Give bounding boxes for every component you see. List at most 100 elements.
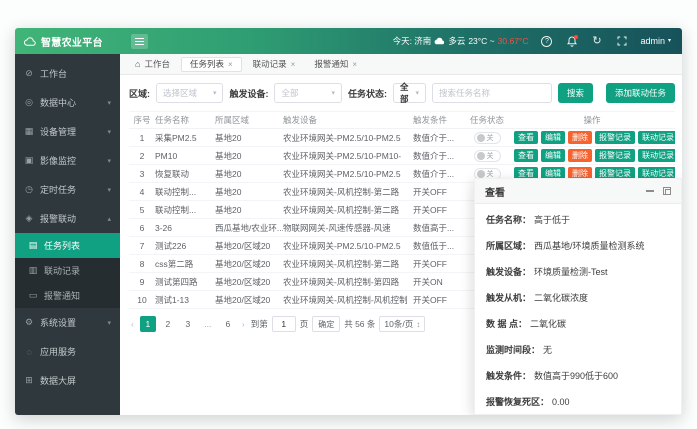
jump-confirm-button[interactable]: 确定 [312,316,340,332]
sidebar-item-workbench[interactable]: ⊘ 工作台 [15,59,120,88]
edit-button[interactable]: 编辑 [541,149,565,162]
refresh-button[interactable]: ↻ [590,35,603,48]
prev-page-button[interactable]: ‹ [129,319,136,329]
cloud-weather-icon [434,37,445,45]
linkage-records-button[interactable]: 联动记录 [638,149,675,162]
tab-bar: ⌂ 工作台 任务列表 × 联动记录 × 报警通知 × [120,54,682,75]
tab-workbench[interactable]: ⌂ 工作台 [127,57,178,72]
dialog-field: 触发条件： 数值高于990低于600 [486,370,670,383]
sidebar-collapse-button[interactable] [131,34,148,49]
screen-icon: ⊞ [24,375,34,386]
field-label: 监测时间段： [486,344,540,357]
page-list: 123...6 [140,316,236,332]
sidebar-item-scheduled-tasks[interactable]: ◷ 定时任务 ▾ [15,175,120,204]
region-select[interactable]: 选择区域 ▾ [156,83,223,103]
cell-task-name: 3-26 [155,223,215,233]
page-ellipsis: ... [200,316,216,332]
cell-status: 关 [465,150,509,162]
sidebar-submenu: ▤ 任务列表 ▥ 联动记录 ▭ 报警通知 [15,233,120,308]
sidebar-subitem-task-list[interactable]: ▤ 任务列表 [15,233,120,258]
maximize-icon[interactable] [663,187,671,195]
cell-task-name: 恢复联动 [155,168,215,180]
view-dialog: 查看 任务名称： 高于低于 所属区域： 西瓜基地/环境质量检测系统 触发设备： … [474,178,682,415]
device-select[interactable]: 全部 ▾ [274,83,341,103]
close-icon[interactable]: × [291,60,296,69]
region-label: 区域: [129,87,150,100]
tab-label: 联动记录 [253,58,287,70]
tab-linkage-records[interactable]: 联动记录 × [245,57,304,72]
page-button-2[interactable]: 2 [160,316,176,332]
search-button[interactable]: 搜索 [558,83,593,103]
field-label: 数 据 点： [486,318,527,331]
page-size-select[interactable]: 10条/页 ↕ [379,316,425,332]
cell-condition: 开关OFF [413,204,465,216]
delete-button[interactable]: 删除 [568,149,592,162]
user-menu[interactable]: admin ▾ [640,36,671,46]
field-value: 高于低于 [534,214,570,227]
status-toggle[interactable]: 关 [474,150,501,162]
cell-region: 基地20 [215,132,283,144]
dialog-field: 报警恢复死区： 0.00 [486,396,670,409]
page-button-3[interactable]: 3 [180,316,196,332]
page-button-6[interactable]: 6 [220,316,236,332]
notifications-button[interactable] [565,35,578,48]
dialog-field: 任务名称： 高于低于 [486,214,670,227]
sidebar-item-alarm-linkage[interactable]: ◈ 报警联动 ▴ [15,204,120,233]
cell-device: 农业环境网关-PM2.5/10-PM2.5 [283,168,413,180]
sidebar-item-video-monitor[interactable]: ▣ 影像监控 ▾ [15,146,120,175]
sidebar-item-label: 定时任务 [40,183,76,196]
cell-index: 2 [129,151,155,161]
close-icon[interactable]: × [228,60,233,69]
region-placeholder: 选择区域 [163,87,197,99]
sidebar-subitem-linkage-records[interactable]: ▥ 联动记录 [15,258,120,283]
cell-device: 农业环境网关-PM2.5/10-PM2.5 [283,132,413,144]
field-label: 触发条件： [486,370,531,383]
alarm-records-button[interactable]: 报警记录 [595,131,635,144]
cell-condition: 数值介于... [413,132,465,144]
alarm-records-button[interactable]: 报警记录 [595,149,635,162]
toggle-knob-icon [477,170,485,178]
help-button[interactable]: ? [540,35,553,48]
page-jump-input[interactable] [272,316,296,332]
view-button[interactable]: 查看 [514,131,538,144]
status-toggle[interactable]: 关 [474,132,501,144]
table-header-row: 序号任务名称所属区域触发设备触发条件任务状态操作 [129,111,675,129]
field-label: 触发从机： [486,292,531,305]
page-button-1[interactable]: 1 [140,316,156,332]
close-icon[interactable]: × [352,60,357,69]
clock-icon: ◷ [24,184,34,195]
fullscreen-button[interactable] [615,35,628,48]
sidebar-item-app-service[interactable]: ◌ 应用服务 [15,337,120,366]
sidebar-item-data-center[interactable]: ◎ 数据中心 ▾ [15,88,120,117]
sidebar-item-device-management[interactable]: ▦ 设备管理 ▾ [15,117,120,146]
cell-index: 5 [129,205,155,215]
field-label: 报警恢复死区： [486,396,549,409]
cell-condition: 开关OFF [413,294,465,306]
cell-task-name: 联动控制... [155,204,215,216]
cell-region: 基地20 [215,150,283,162]
next-page-button[interactable]: › [240,319,247,329]
delete-button[interactable]: 删除 [568,131,592,144]
tab-task-list[interactable]: 任务列表 × [181,57,242,72]
view-button[interactable]: 查看 [514,149,538,162]
device-icon: ▦ [24,126,34,137]
cell-index: 7 [129,241,155,251]
add-linkage-task-button[interactable]: 添加联动任务 [606,83,675,103]
sidebar-subitem-alarm-notifications[interactable]: ▭ 报警通知 [15,283,120,308]
sidebar-item-label: 数据中心 [40,96,76,109]
sidebar-item-label: 系统设置 [40,316,76,329]
edit-button[interactable]: 编辑 [541,131,565,144]
chevron-icon: ▾ [107,157,111,165]
cell-device: 农业环境网关-PM2.5/10-PM2.5 [283,240,413,252]
cell-task-name: 采集PM2.5 [155,132,215,144]
sidebar-item-system-settings[interactable]: ⚙ 系统设置 ▾ [15,308,120,337]
minimize-icon[interactable] [646,190,654,192]
chevron-icon: ▾ [107,186,111,194]
linkage-records-button[interactable]: 联动记录 [638,131,675,144]
cell-region: 基地20/区域20 [215,294,283,306]
sidebar-item-data-screen[interactable]: ⊞ 数据大屏 [15,366,120,395]
status-select[interactable]: 全部 ▾ [393,83,426,103]
updown-icon: ↕ [416,320,420,329]
search-input[interactable] [432,83,552,103]
tab-alarm-notice[interactable]: 报警通知 × [306,57,365,72]
